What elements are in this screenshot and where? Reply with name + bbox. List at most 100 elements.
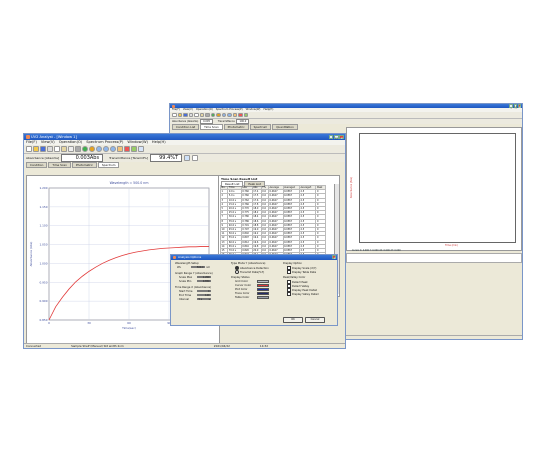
open-folder-icon[interactable] [177,112,182,118]
back-abs-value: 0.005 [200,119,213,124]
print-icon[interactable] [188,112,193,118]
dialog-controls: × [332,255,336,260]
zoom-in-icon[interactable] [96,146,102,152]
zoom-out-icon[interactable] [103,146,109,152]
minimize-icon[interactable]: _ [328,134,334,140]
end-time-label: End Time [179,294,192,297]
dialog-icon [172,255,176,259]
help-icon[interactable] [138,146,144,152]
plot-color-swatch[interactable] [257,287,269,291]
type-option-transmit[interactable]: Transmit Data(%T) [235,270,264,274]
trace-color-swatch[interactable] [257,291,269,295]
export-icon[interactable] [243,112,248,118]
front-menu-item[interactable]: Operation(O) [59,140,83,145]
back-menu-item[interactable]: Operation(O) [196,108,213,112]
paste-icon[interactable] [199,112,204,118]
print-icon[interactable] [47,146,53,152]
tab-quantitation[interactable]: Quantitation [272,124,298,130]
app-icon [25,135,30,139]
back-plot-area [359,133,516,243]
close-icon[interactable]: × [517,104,521,109]
end-time-input[interactable]: 120 [197,293,211,297]
open-folder-icon[interactable] [33,146,39,152]
back-menu-item[interactable]: Help(H) [263,108,273,112]
copy-icon[interactable] [194,112,199,118]
close-icon[interactable]: × [332,255,336,260]
tab-spectrum[interactable]: Spectrum [249,124,272,130]
save-icon[interactable] [183,112,188,118]
app-icon [171,104,175,108]
chart-title: Wavelength = 500.0 nm [110,181,149,185]
back-readout-bar: Absorbance (Absorbs) 0.005 Transmittance… [170,119,522,124]
back-menu-item[interactable]: File(F) [172,108,180,112]
tab-condition[interactable]: Condition [26,162,48,168]
front-menu-item[interactable]: File(F) [26,140,37,145]
maximize-icon[interactable]: □ [513,104,517,109]
copy-icon[interactable] [54,146,60,152]
back-menu-item[interactable]: View(V) [183,108,193,112]
checkbox-icon [287,270,291,274]
table-color-swatch[interactable] [257,295,269,299]
dialog-title: Analysis Options [178,255,202,259]
tab-time-scan[interactable]: Time Scan [200,124,223,130]
minimize-icon[interactable]: _ [509,104,513,109]
graph-mode-icon[interactable] [184,155,191,161]
wl-input[interactable]: 500.0 [191,265,205,269]
hand-icon[interactable] [117,146,123,152]
cut-icon[interactable] [68,146,74,152]
back-trans-value: 100.0 [236,119,250,124]
scale-max-input[interactable]: 1.200 [197,275,211,279]
maximize-icon[interactable]: □ [334,134,339,140]
y-tick-label: 1.000 [39,261,47,265]
front-menu-item[interactable]: Window(W) [127,140,148,145]
close-icon[interactable]: × [339,134,344,140]
settings-icon[interactable] [205,112,210,118]
status-connection: Connected [26,344,42,348]
status-date: 2021/04/22 [213,344,230,348]
back-menu-item[interactable]: Window(W) [246,108,261,112]
interval-select[interactable]: 5 s ▾ [197,297,211,301]
disp-opt2-text: Display Table Data [292,271,317,274]
type-group-label: Type Mode Y (Absorbance) [231,262,266,265]
settings-icon[interactable] [75,146,81,152]
y-tick-label: 0.850 [39,318,47,322]
new-file-icon[interactable] [26,146,32,152]
start-green-icon[interactable] [210,112,215,118]
trace-color-label: Trace Color [235,292,250,295]
tab-condition-list[interactable]: Condition List [172,124,200,130]
front-menu-item[interactable]: View(V) [41,140,55,145]
trend-icon[interactable] [192,155,199,161]
cancel-button[interactable]: Cancel [305,317,325,323]
back-menu-item[interactable]: Spectrum Process(P) [216,108,243,112]
zoom-in-icon[interactable] [221,112,226,118]
grid-color-label: Grid Color [235,280,249,283]
zoom-out-icon[interactable] [227,112,232,118]
paste-icon[interactable] [61,146,67,152]
tab-photometric[interactable]: Photometric [71,162,97,168]
stop-icon[interactable] [89,146,95,152]
export-icon[interactable] [131,146,137,152]
display-table-checkbox[interactable]: Display Table Data [287,270,316,274]
start-time-input[interactable]: 0 [197,289,211,293]
new-file-icon[interactable] [172,112,177,118]
delete-x-icon[interactable] [238,112,243,118]
stop-icon[interactable] [216,112,221,118]
tab-spectrum[interactable]: Spectrum [97,162,120,168]
ok-button[interactable]: OK [283,317,303,323]
tab-photometric[interactable]: Photometric [223,124,249,130]
y-tick-label: 0.950 [39,280,47,284]
grid-color-swatch[interactable] [257,279,269,283]
y-axis-label: Absorbance (Abs) [29,242,33,267]
type-opt2-text: Transmit Data(%T) [240,271,265,274]
start-green-icon[interactable] [82,146,88,152]
delete-x-icon[interactable] [124,146,130,152]
zoom-fit-icon[interactable] [110,146,116,152]
tab-time-scan[interactable]: Time Scan [48,162,71,168]
cursor-color-swatch[interactable] [257,283,269,287]
front-menu-item[interactable]: Spectrum Process(P) [86,140,123,145]
scale-min-input[interactable]: 0.850 [197,279,211,283]
valley-detail-checkbox[interactable]: Display Valley Detail [287,292,319,296]
hand-icon[interactable] [232,112,237,118]
save-icon[interactable] [40,146,46,152]
front-menu-item[interactable]: Help(H) [152,140,166,145]
